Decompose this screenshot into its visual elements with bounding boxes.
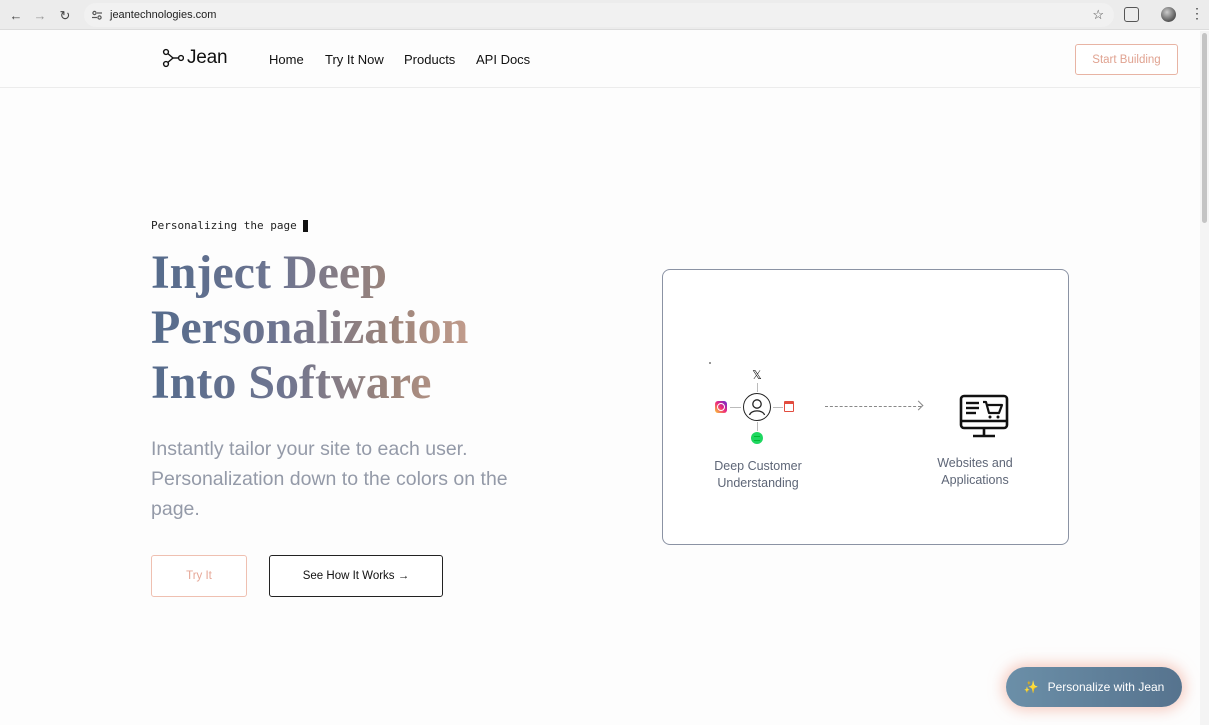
connector-line [757, 383, 758, 392]
personalization-diagram: 𝕏 Deep Customer Understanding Websites a… [662, 269, 1069, 545]
connector-line [757, 422, 758, 431]
hero-headline: Inject Deep Personalization Into Softwar… [151, 245, 591, 410]
browser-menu-icon[interactable]: ⋮ [1190, 6, 1204, 20]
instagram-icon [715, 401, 727, 413]
fab-label: Personalize with Jean [1047, 680, 1165, 694]
network-logo-icon [162, 48, 184, 68]
hero-subtext: Instantly tailor your site to each user.… [151, 438, 508, 520]
nav-products[interactable]: Products [404, 52, 455, 67]
site-settings-icon[interactable] [90, 8, 104, 22]
headline-line-1: Inject Deep [151, 246, 387, 299]
typing-status: Personalizing the page [151, 219, 308, 232]
address-bar[interactable]: jeantechnologies.com ☆ [84, 3, 1114, 27]
url-text: jeantechnologies.com [110, 9, 217, 21]
nav-api-docs[interactable]: API Docs [476, 52, 530, 67]
try-it-button[interactable]: Try It [151, 555, 247, 597]
deep-customer-understanding-label: Deep Customer Understanding [714, 459, 802, 490]
decorative-dot [709, 362, 711, 364]
nav-try-it-now[interactable]: Try It Now [325, 52, 384, 67]
connector-line [773, 407, 783, 408]
logo[interactable]: Jean [162, 47, 228, 69]
arrow-head-icon [913, 400, 924, 411]
nav-home[interactable]: Home [269, 52, 304, 67]
logo-text: Jean [187, 47, 228, 68]
back-icon[interactable]: ← [8, 7, 24, 23]
page: Jean Home Try It Now Products API Docs S… [0, 31, 1200, 725]
connector-line [730, 407, 741, 408]
headline-line-2: Personalization [151, 301, 469, 354]
scrollbar-thumb[interactable] [1202, 33, 1207, 223]
dashed-arrow-line [825, 406, 921, 407]
text-cursor [302, 219, 308, 232]
reload-icon[interactable]: ↻ [57, 7, 73, 23]
extensions-icon[interactable] [1124, 7, 1139, 22]
page-scrollbar[interactable] [1200, 31, 1209, 725]
bookmark-star-icon[interactable]: ☆ [1092, 7, 1104, 23]
headline-line-3: Into Software [151, 356, 432, 409]
spotify-icon [751, 432, 763, 444]
websites-and-applications-label: Websites and Applications [937, 456, 1013, 487]
profile-avatar[interactable] [1161, 7, 1176, 22]
see-how-it-works-button[interactable]: See How It Works → [269, 555, 443, 597]
start-building-button[interactable]: Start Building [1075, 44, 1178, 75]
x-logo-icon: 𝕏 [752, 368, 762, 382]
monitor-shopping-cart-icon [959, 394, 1009, 438]
user-profile-icon [743, 393, 771, 421]
bookstore-icon [784, 401, 794, 411]
browser-toolbar: ← → ↻ jeantechnologies.com ☆ ⋮ [0, 0, 1209, 30]
site-header: Jean Home Try It Now Products API Docs S… [0, 31, 1200, 88]
personalize-with-jean-button[interactable]: ✨ Personalize with Jean [1006, 667, 1182, 707]
typing-text: Personalizing the page [151, 219, 297, 232]
sparkle-icon: ✨ [1023, 680, 1039, 694]
forward-icon[interactable]: → [32, 7, 48, 23]
